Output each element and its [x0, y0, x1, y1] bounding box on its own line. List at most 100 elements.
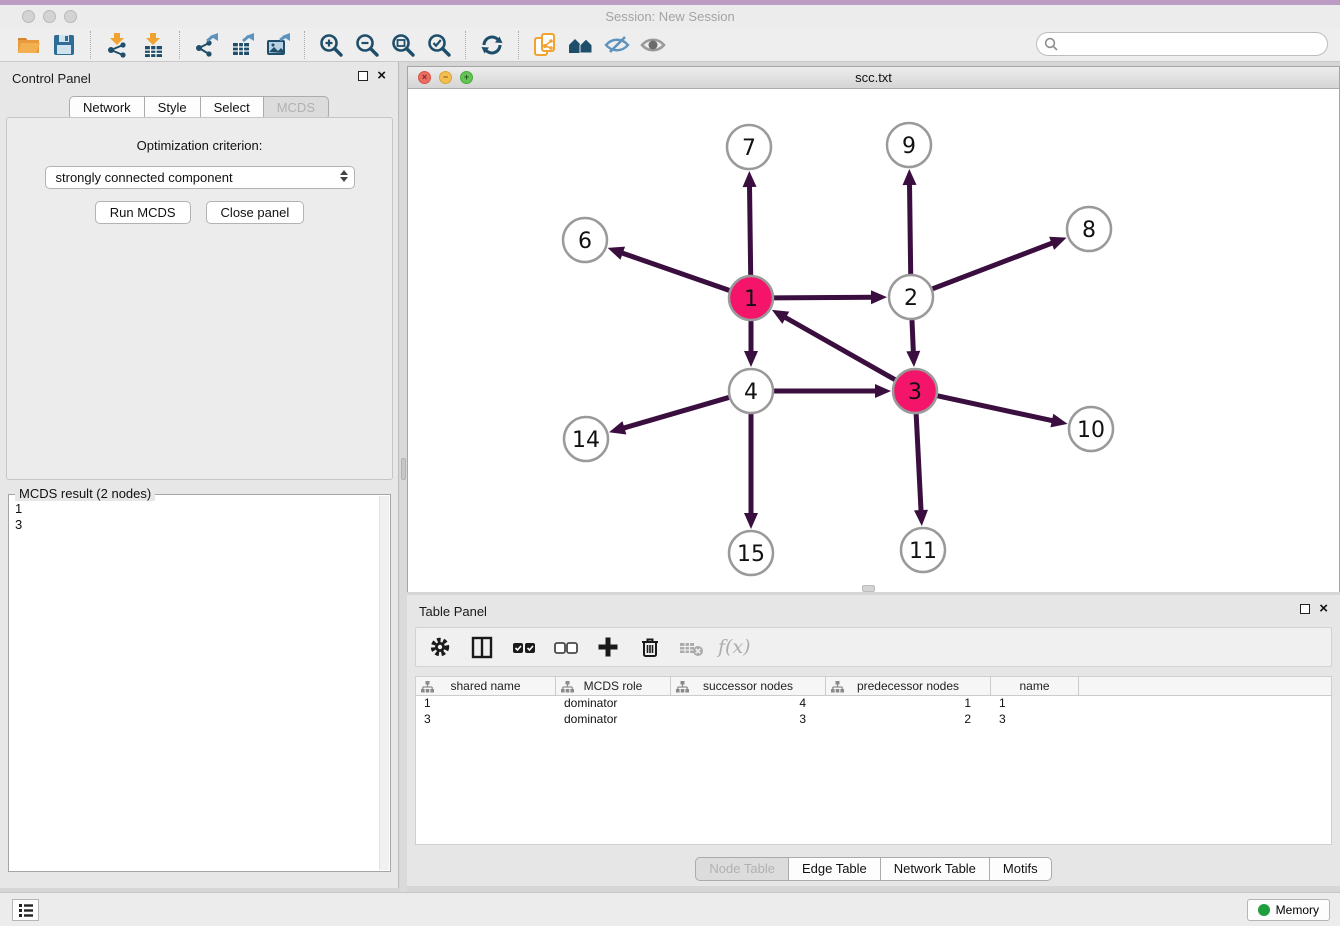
- tab-edge-table[interactable]: Edge Table: [788, 857, 881, 881]
- delete-table-button[interactable]: [676, 631, 708, 663]
- delete-column-button[interactable]: [634, 631, 666, 663]
- gear-icon: [427, 634, 453, 660]
- graph-edge-3-11[interactable]: [916, 414, 921, 513]
- split-panel-icon: [469, 634, 495, 660]
- graph-node-label: 9: [902, 134, 916, 159]
- graph-edge-arrowhead: [743, 171, 757, 187]
- graph-edge-3-10[interactable]: [937, 396, 1054, 421]
- network-graph[interactable]: 7968124314101511: [408, 89, 1339, 592]
- sitemap-icon: [831, 680, 844, 693]
- table-panel-tabs: Node TableEdge TableNetwork TableMotifs: [407, 857, 1340, 881]
- graph-edge-1-7[interactable]: [749, 184, 750, 275]
- first-neighbors-button[interactable]: [566, 30, 596, 60]
- close-panel-icon[interactable]: ×: [377, 70, 386, 82]
- select-all-button[interactable]: [508, 631, 540, 663]
- zoom-selected-button[interactable]: [424, 30, 454, 60]
- column-header-name[interactable]: name: [991, 677, 1079, 695]
- mcds-tab-content: Optimization criterion: strongly connect…: [6, 117, 393, 480]
- graph-edge-2-3[interactable]: [912, 320, 913, 354]
- table-cell[interactable]: dominator: [556, 712, 671, 728]
- search-input[interactable]: [1036, 32, 1328, 56]
- node-table-body: 1dominator4113dominator323: [416, 696, 1331, 728]
- graph-edge-1-6[interactable]: [620, 252, 729, 290]
- new-network-from-selection-button[interactable]: [530, 30, 560, 60]
- export-table-button[interactable]: [227, 30, 257, 60]
- show-all-button[interactable]: [638, 30, 668, 60]
- mcds-result-line: 1: [15, 501, 371, 517]
- table-panel-title: Table Panel: [419, 604, 487, 619]
- tab-node-table[interactable]: Node Table: [695, 857, 789, 881]
- table-row[interactable]: 3dominator323: [416, 712, 1331, 728]
- column-settings-button[interactable]: [424, 631, 456, 663]
- graph-edge-1-2[interactable]: [774, 297, 874, 298]
- column-header-successor-nodes[interactable]: successor nodes: [671, 677, 826, 695]
- zoom-fit-button[interactable]: [388, 30, 418, 60]
- export-image-button[interactable]: [263, 30, 293, 60]
- graph-edge-arrowhead: [1050, 414, 1067, 428]
- table-cell[interactable]: 2: [826, 712, 991, 728]
- network-window-titlebar[interactable]: × − + scc.txt: [408, 67, 1339, 89]
- column-header-MCDS-role[interactable]: MCDS role: [556, 677, 671, 695]
- graph-node-label: 6: [578, 229, 592, 254]
- table-cell[interactable]: 4: [671, 696, 826, 712]
- import-table-button[interactable]: [138, 30, 168, 60]
- import-network-button[interactable]: [102, 30, 132, 60]
- table-row[interactable]: 1dominator411: [416, 696, 1331, 712]
- control-panel-header: Control Panel ×: [0, 62, 398, 92]
- status-bar: Memory: [0, 892, 1340, 926]
- float-panel-icon[interactable]: [358, 71, 368, 81]
- table-cell[interactable]: dominator: [556, 696, 671, 712]
- save-session-button[interactable]: [49, 30, 79, 60]
- float-table-panel-icon[interactable]: [1300, 604, 1310, 614]
- splitter-grip[interactable]: [401, 458, 406, 480]
- canvas-splitter-grip[interactable]: [862, 585, 875, 592]
- column-header-label: name: [1019, 679, 1049, 693]
- memory-button[interactable]: Memory: [1247, 899, 1330, 921]
- sitemap-icon: [676, 680, 689, 693]
- panel-splitter[interactable]: [400, 62, 407, 892]
- table-cell[interactable]: 3: [991, 712, 1079, 728]
- deselect-all-button[interactable]: [550, 631, 582, 663]
- tab-network-table[interactable]: Network Table: [880, 857, 990, 881]
- graph-edge-2-8[interactable]: [932, 242, 1054, 289]
- graph-edge-3-1[interactable]: [783, 316, 895, 379]
- table-cell[interactable]: 1: [416, 696, 556, 712]
- zoom-in-button[interactable]: [316, 30, 346, 60]
- mcds-result-text[interactable]: 13: [9, 497, 377, 537]
- run-mcds-button[interactable]: Run MCDS: [95, 201, 191, 224]
- close-table-panel-icon[interactable]: ×: [1319, 603, 1328, 615]
- add-column-button[interactable]: [592, 631, 624, 663]
- hide-selected-button[interactable]: [602, 30, 632, 60]
- toolbar-separator: [518, 31, 519, 59]
- table-cell[interactable]: 1: [991, 696, 1079, 712]
- import-network-icon: [104, 32, 130, 58]
- tab-motifs[interactable]: Motifs: [989, 857, 1052, 881]
- result-scrollbar[interactable]: [379, 496, 389, 870]
- task-history-button[interactable]: [12, 899, 39, 921]
- open-file-button[interactable]: [13, 30, 43, 60]
- table-cell[interactable]: 3: [671, 712, 826, 728]
- column-header-predecessor-nodes[interactable]: predecessor nodes: [826, 677, 991, 695]
- close-panel-button[interactable]: Close panel: [206, 201, 305, 224]
- network-canvas[interactable]: 7968124314101511: [408, 89, 1339, 592]
- optimization-criterion-select[interactable]: strongly connected component: [45, 166, 355, 189]
- export-network-icon: [193, 32, 219, 58]
- zoom-out-button[interactable]: [352, 30, 382, 60]
- column-header-label: successor nodes: [703, 679, 793, 693]
- graph-edge-arrowhead: [744, 351, 758, 367]
- export-network-button[interactable]: [191, 30, 221, 60]
- column-header-label: MCDS role: [584, 679, 643, 693]
- graph-edge-arrowhead: [609, 421, 626, 434]
- zoom-selected-icon: [426, 32, 452, 58]
- refresh-view-button[interactable]: [477, 30, 507, 60]
- graph-edge-2-9[interactable]: [909, 182, 910, 274]
- table-cell[interactable]: 1: [826, 696, 991, 712]
- checked-boxes-icon: [510, 634, 538, 660]
- column-header-label: shared name: [450, 679, 520, 693]
- split-panel-button[interactable]: [466, 631, 498, 663]
- table-cell[interactable]: 3: [416, 712, 556, 728]
- column-header-shared-name[interactable]: shared name: [416, 677, 556, 695]
- graph-edge-4-14[interactable]: [622, 397, 729, 428]
- function-builder-button[interactable]: f(x): [718, 636, 751, 658]
- sitemap-icon: [561, 680, 574, 693]
